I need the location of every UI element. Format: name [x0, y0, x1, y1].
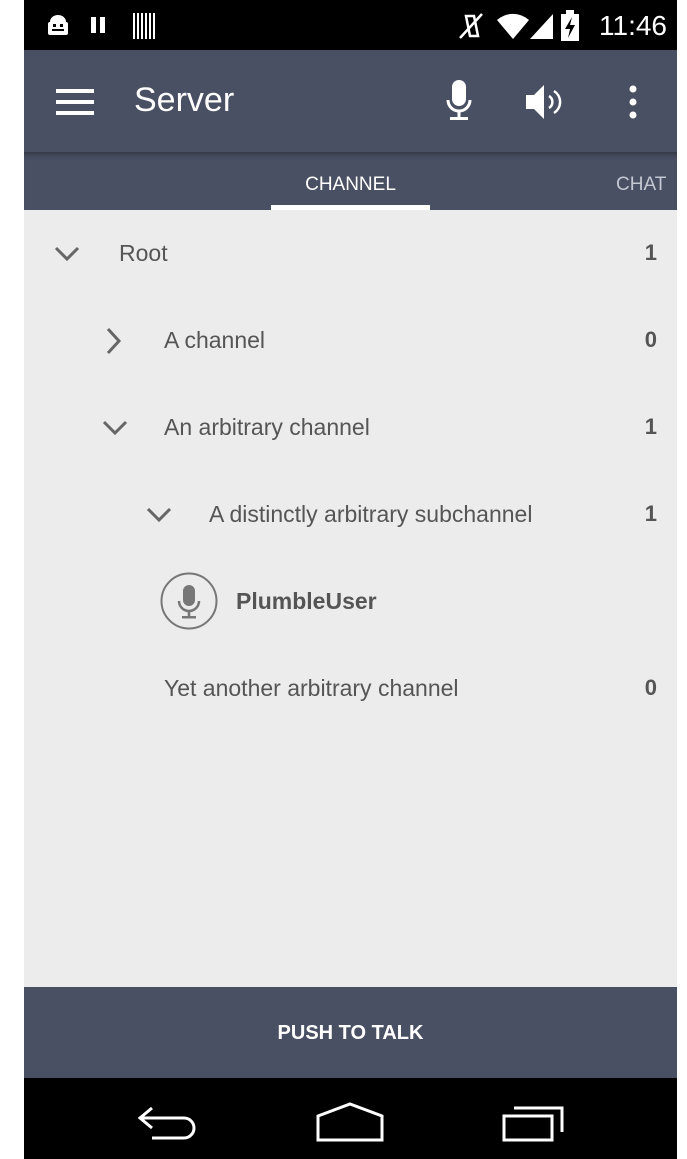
speaker-icon[interactable] [524, 82, 570, 122]
back-icon[interactable] [136, 1104, 202, 1140]
cell-signal-icon [530, 14, 553, 39]
channel-row-yet-another[interactable]: Yet another arbitrary channel 0 [24, 645, 677, 732]
user-count: 1 [644, 240, 657, 265]
channel-row-an-arbitrary-channel[interactable]: An arbitrary channel 1 [24, 384, 677, 471]
tab-chat-label: CHAT [616, 174, 667, 195]
hamburger-menu-icon[interactable] [56, 88, 94, 116]
overflow-menu-icon[interactable] [628, 85, 638, 119]
channel-name: Root [119, 240, 168, 266]
app-screen: 11:46 Server CHANNEL CHAT Root 1 A chann… [24, 0, 677, 1159]
channel-name: Yet another arbitrary channel [164, 675, 459, 701]
pause-icon [91, 17, 105, 33]
recents-icon[interactable] [502, 1104, 566, 1142]
user-name: PlumbleUser [236, 588, 377, 614]
channel-row-root[interactable]: Root 1 [24, 210, 677, 297]
vibrate-off-icon [459, 13, 483, 39]
barcode-icon [133, 13, 155, 39]
microphone-icon[interactable] [446, 80, 472, 122]
chevron-right-icon[interactable] [106, 327, 122, 355]
tab-channel-label: CHANNEL [305, 174, 396, 195]
page-title: Server [134, 81, 235, 119]
tab-chat[interactable]: CHAT [616, 152, 677, 210]
user-row-plumbleuser[interactable]: PlumbleUser [24, 558, 677, 645]
chevron-down-icon[interactable] [102, 420, 128, 436]
battery-charging-icon [561, 10, 579, 41]
chevron-down-icon[interactable] [54, 246, 80, 262]
user-count: 1 [644, 501, 657, 526]
home-icon[interactable] [316, 1102, 384, 1142]
channel-row-subchannel[interactable]: A distinctly arbitrary subchannel 1 [24, 471, 677, 558]
user-count: 1 [644, 414, 657, 439]
navigation-bar [24, 1078, 677, 1159]
android-debug-icon [48, 15, 68, 35]
channel-name: A channel [164, 327, 266, 353]
user-count: 0 [644, 327, 657, 352]
tab-bar: CHANNEL CHAT [24, 152, 677, 210]
wifi-icon [497, 13, 529, 40]
channel-row-a-channel[interactable]: A channel 0 [24, 297, 677, 384]
chevron-down-icon[interactable] [146, 507, 172, 523]
user-microphone-icon [160, 572, 218, 630]
push-to-talk-label: PUSH TO TALK [277, 1022, 424, 1044]
tab-channel[interactable]: CHANNEL [271, 152, 430, 210]
status-bar: 11:46 [24, 0, 677, 50]
user-count: 0 [644, 675, 657, 700]
channel-name: A distinctly arbitrary subchannel [209, 501, 533, 527]
action-bar: Server [24, 50, 677, 152]
channel-name: An arbitrary channel [164, 414, 370, 440]
push-to-talk-button[interactable]: PUSH TO TALK [24, 987, 677, 1078]
clock: 11:46 [599, 10, 667, 41]
